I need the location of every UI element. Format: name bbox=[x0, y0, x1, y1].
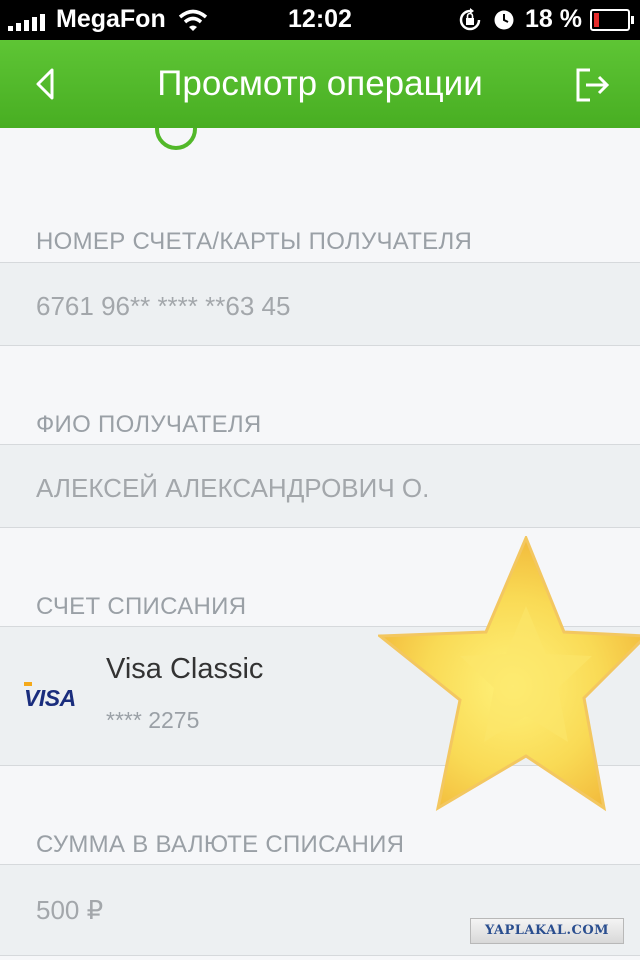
battery-icon bbox=[590, 8, 634, 31]
amount-label: СУММА В ВАЛЮТЕ СПИСАНИЯ bbox=[36, 831, 405, 858]
status-bar: MegaFon 12:02 18 % bbox=[0, 0, 640, 40]
watermark: YAPLAKAL.COM bbox=[470, 918, 624, 944]
nav-bar: Просмотр операции bbox=[0, 40, 640, 128]
card-name: Visa Classic bbox=[106, 653, 264, 685]
debit-account-label: СЧЕТ СПИСАНИЯ bbox=[36, 593, 247, 620]
recipient-name-label: ФИО ПОЛУЧАТЕЛЯ bbox=[36, 411, 262, 438]
page-title: Просмотр операции bbox=[157, 64, 483, 103]
recipient-name-field: АЛЕКСЕЙ АЛЕКСАНДРОВИЧ О. bbox=[0, 444, 640, 528]
amount-value: 500 ₽ bbox=[36, 895, 104, 925]
recipient-account-value: 6761 96** **** **63 45 bbox=[36, 291, 291, 321]
card-number: **** 2275 bbox=[106, 707, 200, 733]
logout-button[interactable] bbox=[572, 64, 612, 104]
battery-percent: 18 % bbox=[525, 5, 582, 33]
star-icon bbox=[378, 536, 640, 812]
recipient-name-value: АЛЕКСЕЙ АЛЕКСАНДРОВИЧ О. bbox=[36, 473, 430, 503]
recipient-account-field: 6761 96** **** **63 45 bbox=[0, 262, 640, 346]
recipient-account-label: НОМЕР СЧЕТА/КАРТЫ ПОЛУЧАТЕЛЯ bbox=[36, 228, 473, 255]
alarm-clock-icon bbox=[494, 10, 514, 29]
visa-logo-icon: VISA bbox=[24, 682, 76, 711]
orientation-lock-icon bbox=[459, 7, 481, 30]
